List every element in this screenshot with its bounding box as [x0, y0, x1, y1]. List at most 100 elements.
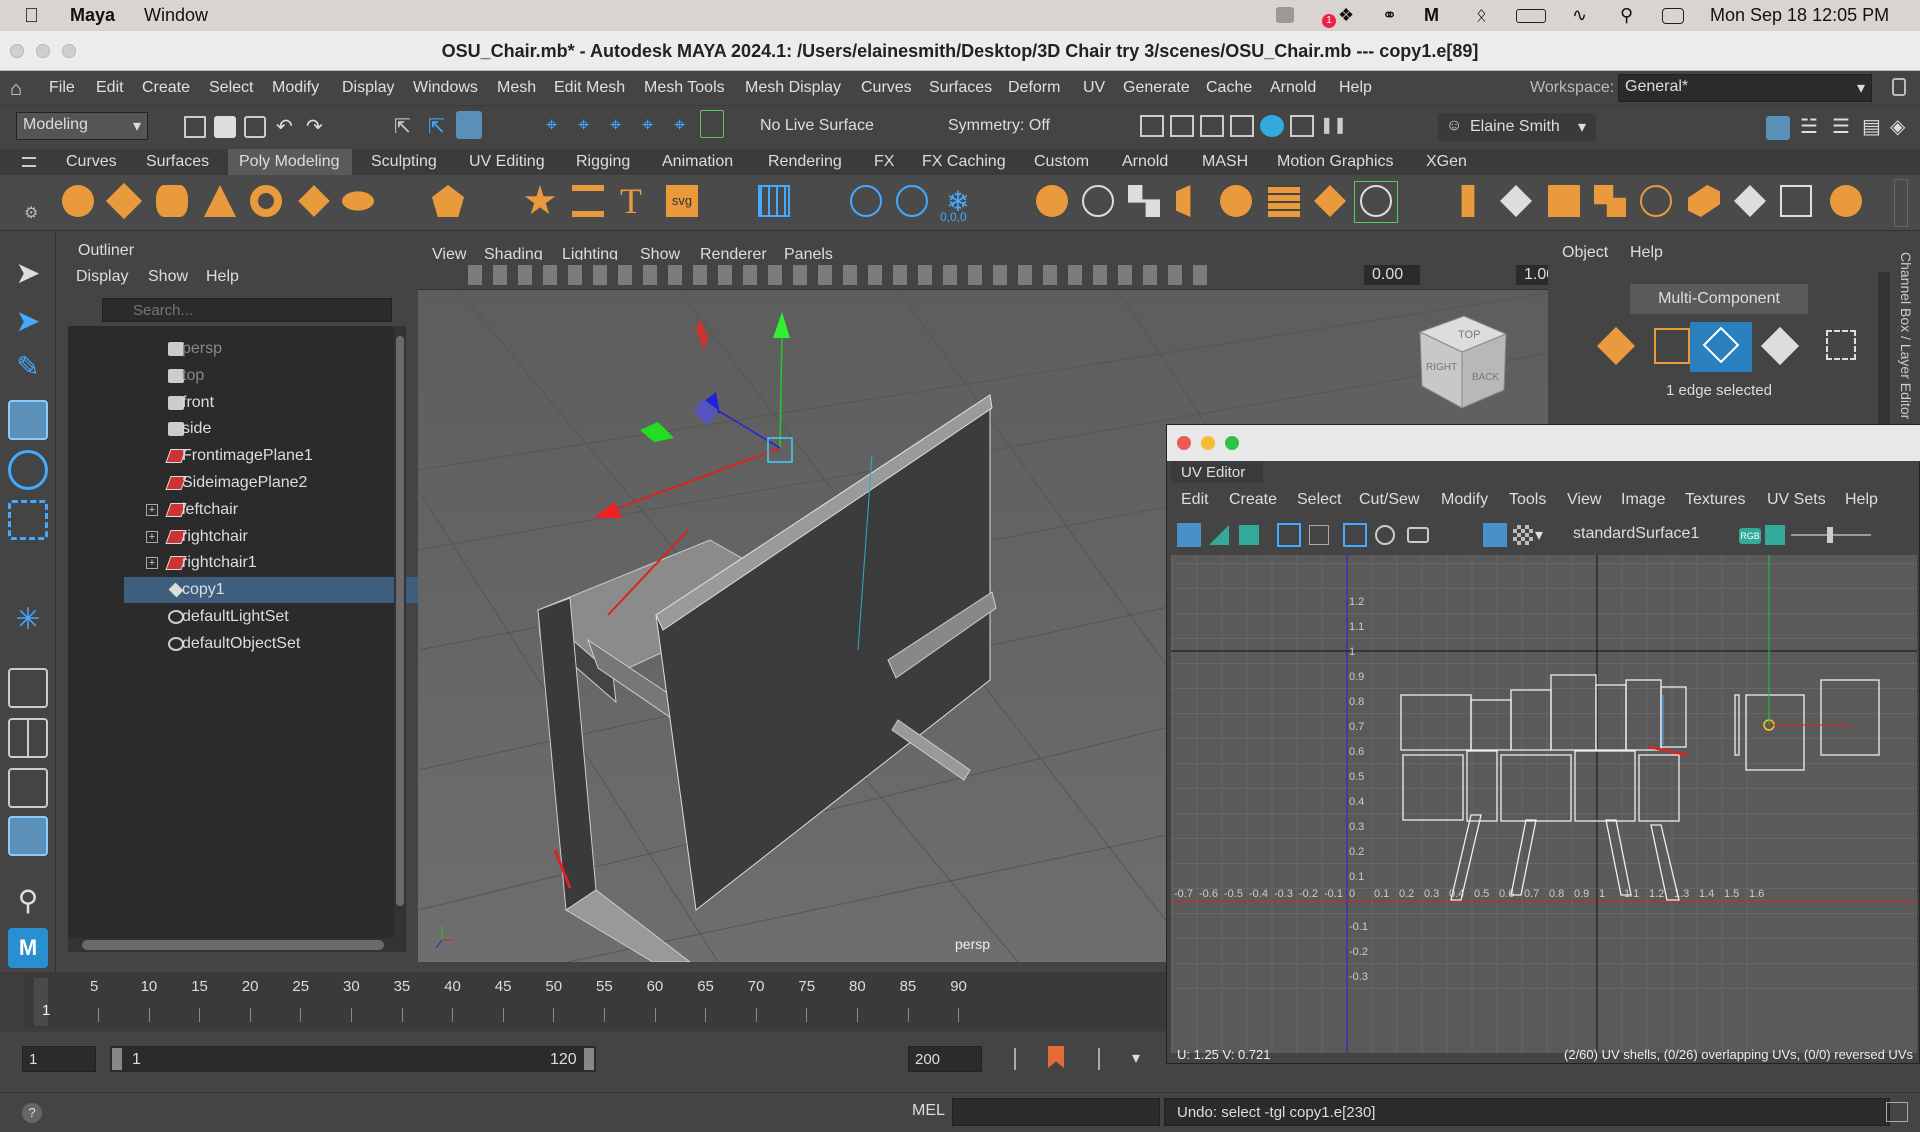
chip-off-icon[interactable] — [1734, 185, 1766, 217]
tool-settings-icon[interactable]: ☰ — [1832, 114, 1850, 139]
select-component-icon[interactable] — [456, 111, 482, 139]
uv-target-icon[interactable] — [1375, 525, 1395, 545]
uv-menu-view[interactable]: View — [1567, 491, 1601, 509]
time-slider[interactable]: 5 10 15 20 25 30 35 40 45 50 55 60 65 70 75 80 85 90 1 — [0, 972, 1166, 1032]
dropbox-icon[interactable]: ❖ — [1338, 5, 1354, 26]
mirror-icon[interactable] — [1176, 185, 1191, 217]
uv-menu-help[interactable]: Help — [1845, 491, 1878, 509]
outliner-layout-icon[interactable] — [8, 816, 48, 856]
crease-icon[interactable] — [1780, 185, 1812, 217]
tab-custom[interactable]: Custom — [1034, 153, 1089, 171]
live-surface-field[interactable]: No Live Surface — [760, 117, 874, 135]
command-language-label[interactable]: MEL — [912, 1102, 945, 1120]
snap-point-icon[interactable]: ⌖ — [610, 114, 621, 137]
smooth-icon[interactable] — [1220, 185, 1252, 217]
paint-select-icon[interactable]: ✎ — [8, 350, 48, 390]
uv-checker-icon[interactable] — [1343, 523, 1367, 547]
scene-start-field[interactable] — [22, 1046, 96, 1072]
poly-cone-icon[interactable] — [204, 185, 236, 217]
open-scene-icon[interactable] — [214, 116, 236, 138]
search-tool-icon[interactable]: ⚲ — [8, 884, 48, 924]
uv-menu-modify[interactable]: Modify — [1441, 491, 1488, 509]
tab-xgen[interactable]: XGen — [1426, 153, 1467, 171]
tab-curves[interactable]: Curves — [66, 153, 117, 171]
snap-view-icon[interactable]: ⌖ — [642, 114, 653, 137]
menu-modify[interactable]: Modify — [272, 79, 319, 97]
uv-menu-textures[interactable]: Textures — [1685, 491, 1745, 509]
object-mode-icon[interactable] — [1596, 326, 1636, 366]
tab-surfaces[interactable]: Surfaces — [146, 153, 209, 171]
show-manipulator-icon[interactable]: ✳ — [8, 602, 48, 642]
battery-icon[interactable] — [1516, 9, 1546, 23]
connect-icon[interactable] — [1594, 185, 1626, 217]
single-pane-icon[interactable] — [8, 668, 48, 708]
bluetooth-icon[interactable]: ᛟ — [1476, 5, 1487, 26]
outliner-menu-show[interactable]: Show — [148, 268, 188, 286]
search-icon[interactable]: ⚲ — [1620, 5, 1633, 26]
uv-layout-icon[interactable] — [1239, 525, 1259, 545]
tab-motion-graphics[interactable]: Motion Graphics — [1277, 153, 1394, 171]
tab-fx[interactable]: FX — [874, 153, 894, 171]
channel-box-icon[interactable]: ▤ — [1862, 114, 1881, 139]
uv-rgb-icon[interactable]: RGB — [1739, 528, 1761, 544]
sweep-mesh-icon[interactable] — [572, 185, 604, 217]
menu-display[interactable]: Display — [342, 79, 394, 97]
uv-canvas[interactable]: -0.7 -0.6 -0.5 -0.4 -0.3 -0.2 -0.1 0 0.1 0.2 0.3 0.… — [1171, 555, 1917, 1053]
chevron-down-icon[interactable]: ▾ — [1132, 1048, 1140, 1068]
poly-cube-icon[interactable] — [105, 182, 143, 220]
uv-tab[interactable]: UV Editor — [1171, 461, 1263, 483]
workspace-dropdown[interactable]: General* ▾ — [1618, 74, 1872, 102]
uv-menu-create[interactable]: Create — [1229, 491, 1277, 509]
tab-sculpting[interactable]: Sculpting — [371, 153, 437, 171]
apple-icon[interactable]:  — [24, 5, 39, 28]
channel-scrollbar[interactable] — [1878, 272, 1890, 432]
undo-icon[interactable]: ↶ — [276, 114, 293, 139]
clock[interactable]: Mon Sep 18 12:05 PM — [1710, 5, 1889, 26]
combine-icon[interactable] — [1036, 185, 1068, 217]
render-settings-icon[interactable] — [1230, 115, 1254, 137]
insert-edge-loop-icon[interactable] — [1461, 185, 1475, 217]
shelf-gear-icon[interactable]: ⚙ — [24, 203, 38, 223]
poly-cylinder-icon[interactable] — [156, 185, 188, 217]
rotate-tool-icon[interactable] — [8, 450, 48, 490]
uv-menu-tools[interactable]: Tools — [1509, 491, 1546, 509]
attribute-editor-icon[interactable]: ☱ — [1800, 114, 1818, 139]
command-input[interactable] — [952, 1098, 1160, 1126]
four-pane-icon[interactable] — [8, 718, 48, 758]
menu-edit-mesh[interactable]: Edit Mesh — [554, 79, 625, 97]
multi-component-button[interactable]: Multi-Component — [1630, 284, 1808, 314]
ipr-render-icon[interactable] — [1170, 115, 1194, 137]
extract-icon[interactable] — [1128, 185, 1160, 217]
vertex-mode-icon[interactable] — [1654, 328, 1690, 364]
range-end-handle[interactable] — [584, 1048, 594, 1070]
outliner-search-input[interactable] — [102, 298, 392, 322]
uv-mode-icon[interactable] — [1826, 330, 1856, 360]
uv-display-icon[interactable] — [1765, 525, 1785, 545]
uv-stack-icon[interactable] — [1209, 525, 1229, 545]
modeling-toolkit-icon[interactable] — [1766, 116, 1790, 140]
expand-icon[interactable]: + — [146, 557, 158, 570]
super-shape-icon[interactable] — [524, 185, 556, 215]
menuset-dropdown[interactable]: Modeling ▾ — [16, 112, 148, 140]
app-menu[interactable]: Maya — [70, 5, 115, 26]
exposure-field[interactable]: 0.00 — [1364, 265, 1420, 285]
tab-rendering[interactable]: Rendering — [768, 153, 842, 171]
uv-minimize-button[interactable] — [1201, 436, 1215, 450]
type-icon[interactable]: T — [620, 183, 652, 219]
poly-plane-icon[interactable] — [298, 185, 330, 217]
menu-arnold[interactable]: Arnold — [1270, 79, 1316, 97]
menu-mesh[interactable]: Mesh — [497, 79, 536, 97]
range-start-handle[interactable] — [112, 1048, 122, 1070]
select-tool-icon[interactable]: ➤ — [8, 256, 48, 296]
uv-checker-pattern-icon[interactable] — [1513, 525, 1533, 545]
lasso-tool-icon[interactable]: ➤ — [8, 304, 48, 344]
tab-arnold[interactable]: Arnold — [1122, 153, 1168, 171]
hypershade-icon[interactable] — [1260, 115, 1284, 137]
expand-icon[interactable]: + — [146, 530, 158, 543]
uv-image-icon[interactable] — [1483, 523, 1507, 547]
reduce-icon[interactable] — [1354, 181, 1398, 223]
snap-surface-icon[interactable]: ⌖ — [674, 114, 685, 137]
tab-mash[interactable]: MASH — [1202, 153, 1248, 171]
sculpt-icon[interactable] — [1830, 185, 1862, 217]
channel-side-tab[interactable]: Channel Box / Layer Editor — [1898, 252, 1920, 432]
